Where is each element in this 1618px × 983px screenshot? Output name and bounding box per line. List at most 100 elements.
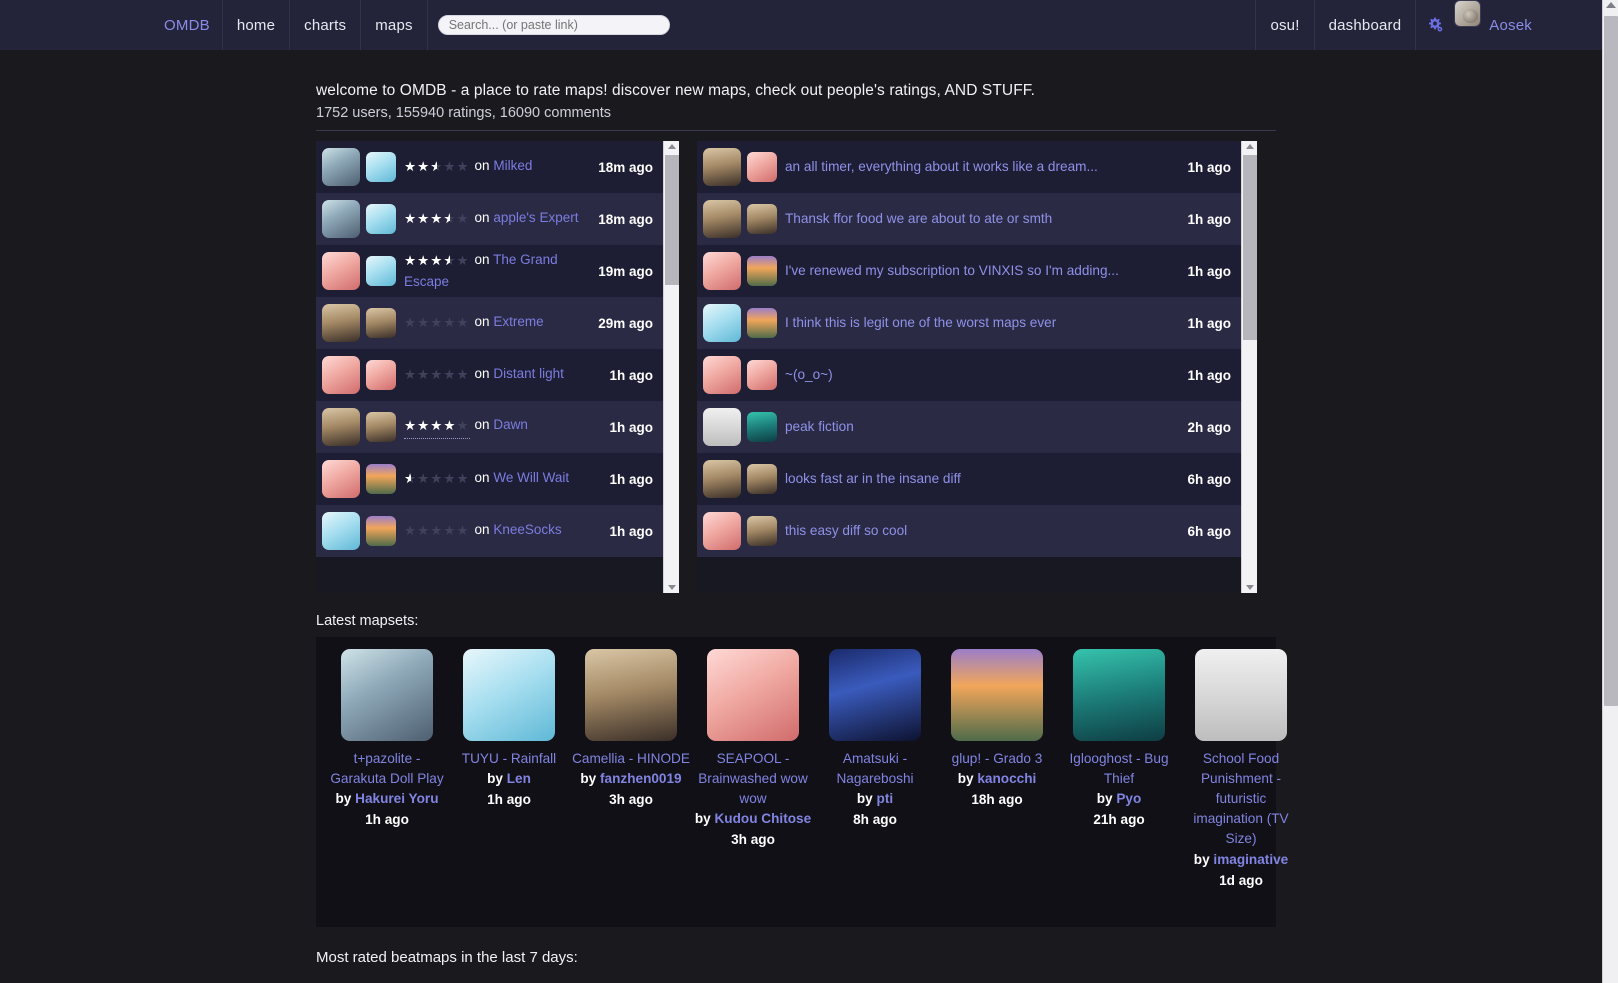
user-avatar[interactable]: [366, 308, 396, 338]
user-avatar[interactable]: [747, 308, 777, 338]
comment-row[interactable]: an all timer, everything about it works …: [697, 141, 1241, 193]
mapset-title[interactable]: Camellia - HINODE: [571, 749, 691, 769]
user-avatar[interactable]: [366, 256, 396, 286]
user-avatar[interactable]: [366, 360, 396, 390]
rating-row[interactable]: ★★★★★on The Grand Escape19m ago: [316, 245, 663, 297]
page-scrollbar-thumb[interactable]: [1604, 16, 1618, 706]
comment-link[interactable]: ~(o_o~): [785, 367, 833, 382]
rating-row[interactable]: ★★★★★on Milked18m ago: [316, 141, 663, 193]
user-avatar[interactable]: [366, 412, 396, 442]
comment-link[interactable]: Thansk ffor food we are about to ate or …: [785, 211, 1052, 226]
mapper-link[interactable]: fanzhen0019: [600, 771, 682, 786]
mapset-cover[interactable]: [951, 649, 1043, 741]
mapset-title[interactable]: TUYU - Rainfall: [449, 749, 569, 769]
rating-row[interactable]: ★★★★★ on Distant light 1h ago: [316, 349, 663, 401]
mapset-title[interactable]: SEAPOOL - Brainwashed wow wow: [693, 749, 813, 809]
mapset-cover[interactable]: [1195, 649, 1287, 741]
comment-link[interactable]: I think this is legit one of the worst m…: [785, 315, 1056, 330]
user-avatar[interactable]: [747, 516, 777, 546]
nav-brand-omdb[interactable]: OMDB: [152, 0, 222, 50]
ratings-list[interactable]: ★★★★★on Milked18m ago★★★★★on apple's Exp…: [316, 141, 663, 593]
beatmap-link[interactable]: Dawn: [493, 417, 528, 432]
comment-row[interactable]: Thansk ffor food we are about to ate or …: [697, 193, 1241, 245]
scroll-up-icon[interactable]: [1606, 2, 1616, 8]
mapset-card[interactable]: Camellia - HINODE by fanzhen0019 3h ago: [571, 649, 691, 810]
user-avatar[interactable]: [747, 152, 777, 182]
user-avatar[interactable]: [747, 256, 777, 286]
mapper-link[interactable]: Pyo: [1116, 791, 1141, 806]
user-avatar[interactable]: [747, 360, 777, 390]
comments-scrollbar-thumb[interactable]: [1243, 155, 1257, 340]
rating-row[interactable]: ★★★★★ on Extreme 29m ago: [316, 297, 663, 349]
rating-row[interactable]: ★★★★★on We Will Wait1h ago: [316, 453, 663, 505]
page-scrollbar[interactable]: [1602, 0, 1618, 983]
mapper-link[interactable]: kanocchi: [977, 771, 1036, 786]
mapper-link[interactable]: pti: [877, 791, 894, 806]
comment-link[interactable]: I've renewed my subscription to VINXIS s…: [785, 263, 1119, 278]
mapset-title[interactable]: glup! - Grado 3: [937, 749, 1057, 769]
ratings-scrollbar-thumb[interactable]: [665, 155, 679, 285]
nav-home[interactable]: home: [221, 0, 291, 50]
beatmap-link[interactable]: Extreme: [493, 314, 543, 329]
mapset-cover[interactable]: [585, 649, 677, 741]
comment-row[interactable]: ~(o_o~) 1h ago: [697, 349, 1241, 401]
ratings-scrollbar[interactable]: [663, 141, 679, 593]
comment-link[interactable]: looks fast ar in the insane diff: [785, 471, 961, 486]
nav-username[interactable]: Aosek: [1481, 0, 1546, 50]
beatmap-link[interactable]: We Will Wait: [493, 470, 569, 485]
mapset-cover[interactable]: [707, 649, 799, 741]
user-avatar[interactable]: [366, 464, 396, 494]
mapper-link[interactable]: Hakurei Yoru: [355, 791, 438, 806]
scroll-up-icon[interactable]: [668, 144, 676, 149]
comment-row[interactable]: this easy diff so cool 6h ago: [697, 505, 1241, 557]
mapset-card[interactable]: School Food Punishment - futuristic imag…: [1181, 649, 1301, 891]
rating-row[interactable]: ★★★★★on apple's Expert18m ago: [316, 193, 663, 245]
comment-row[interactable]: I think this is legit one of the worst m…: [697, 297, 1241, 349]
mapset-title[interactable]: Amatsuki - Nagareboshi: [815, 749, 935, 789]
mapper-link[interactable]: Len: [507, 771, 531, 786]
nav-maps[interactable]: maps: [361, 0, 428, 50]
mapper-link[interactable]: Kudou Chitose: [714, 811, 811, 826]
mapset-cover[interactable]: [463, 649, 555, 741]
avatar[interactable]: [1454, 0, 1482, 27]
mapset-title[interactable]: School Food Punishment - futuristic imag…: [1181, 749, 1301, 850]
comment-link[interactable]: this easy diff so cool: [785, 523, 907, 538]
scroll-down-icon[interactable]: [668, 585, 676, 590]
comment-row[interactable]: looks fast ar in the insane diff 6h ago: [697, 453, 1241, 505]
mapset-card[interactable]: TUYU - Rainfall by Len 1h ago: [449, 649, 569, 810]
mapset-card[interactable]: SEAPOOL - Brainwashed wow wow by Kudou Ch…: [693, 649, 813, 851]
mapset-cover[interactable]: [829, 649, 921, 741]
user-avatar[interactable]: [747, 464, 777, 494]
mapset-title[interactable]: t+pazolite - Garakuta Doll Play: [327, 749, 447, 789]
mapset-cover[interactable]: [341, 649, 433, 741]
rating-row[interactable]: ★★★★★ on KneeSocks 1h ago: [316, 505, 663, 557]
mapset-card[interactable]: glup! - Grado 3 by kanocchi 18h ago: [937, 649, 1057, 810]
search-input[interactable]: [437, 15, 670, 35]
mapset-cover[interactable]: [1073, 649, 1165, 741]
beatmap-link[interactable]: apple's Expert: [493, 210, 578, 225]
user-avatar[interactable]: [366, 152, 396, 182]
beatmap-link[interactable]: Milked: [493, 158, 532, 173]
gear-icon[interactable]: [1416, 0, 1454, 50]
mapset-card[interactable]: t+pazolite - Garakuta Doll Play by Hakure…: [327, 649, 447, 830]
nav-osu[interactable]: osu!: [1255, 0, 1315, 50]
nav-charts[interactable]: charts: [290, 0, 362, 50]
user-avatar[interactable]: [366, 516, 396, 546]
mapset-title[interactable]: Iglooghost - Bug Thief: [1059, 749, 1179, 789]
beatmap-link[interactable]: Distant light: [493, 366, 564, 381]
user-avatar[interactable]: [747, 412, 777, 442]
comments-list[interactable]: an all timer, everything about it works …: [697, 141, 1241, 593]
comments-scrollbar[interactable]: [1241, 141, 1257, 593]
comment-row[interactable]: peak fiction 2h ago: [697, 401, 1241, 453]
scroll-up-icon[interactable]: [1246, 144, 1254, 149]
comment-link[interactable]: an all timer, everything about it works …: [785, 159, 1098, 174]
user-avatar[interactable]: [747, 204, 777, 234]
mapset-card[interactable]: Iglooghost - Bug Thief by Pyo 21h ago: [1059, 649, 1179, 830]
rating-row[interactable]: ★★★★★ on Dawn 1h ago: [316, 401, 663, 453]
mapset-card[interactable]: Amatsuki - Nagareboshi by pti 8h ago: [815, 649, 935, 830]
mapper-link[interactable]: imaginative: [1213, 852, 1288, 867]
nav-dashboard[interactable]: dashboard: [1315, 0, 1417, 50]
comment-row[interactable]: I've renewed my subscription to VINXIS s…: [697, 245, 1241, 297]
comment-link[interactable]: peak fiction: [785, 419, 854, 434]
beatmap-link[interactable]: KneeSocks: [493, 522, 561, 537]
